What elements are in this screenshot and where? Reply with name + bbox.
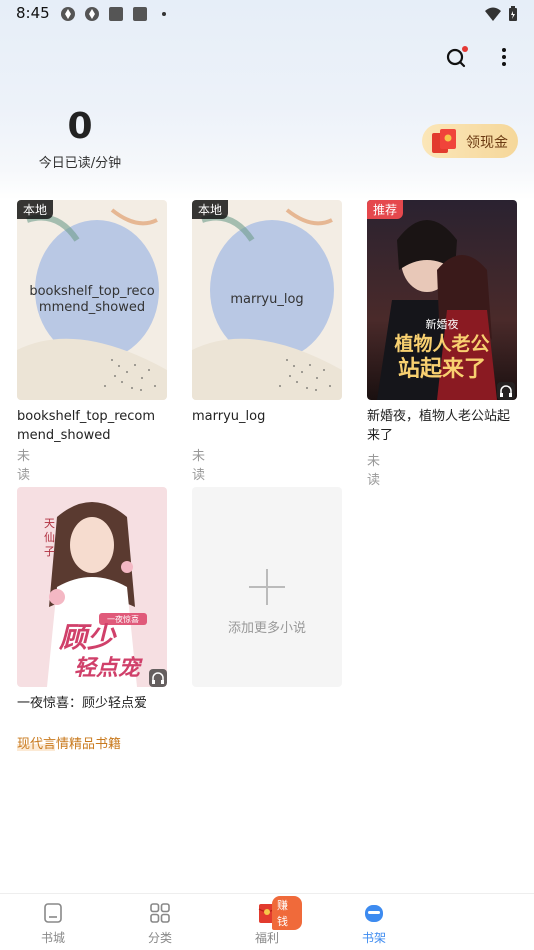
audiobook-icon (149, 669, 167, 687)
audiobook-icon (497, 382, 515, 400)
book-cover[interactable]: 本地 marryu_log (192, 200, 342, 400)
battery-icon (509, 6, 517, 21)
cover-title-text: bookshelf_top_recommend_showed (29, 284, 155, 315)
svg-text:子: 子 (44, 545, 55, 558)
search-icon[interactable] (444, 44, 470, 70)
book-title: marryu_log (192, 409, 266, 424)
svg-text:站起来了: 站起来了 (398, 356, 486, 382)
local-badge: 本地 (192, 200, 229, 219)
today-read-label: 今日已读/分钟 (38, 156, 122, 171)
cash-reward-button[interactable]: 领现金 (422, 124, 518, 158)
more-notifications-dot (162, 12, 166, 16)
earn-money-badge: 赚钱 (272, 896, 302, 930)
notification-square-icon (133, 7, 147, 21)
book-read-status: 未读 (367, 454, 381, 488)
bookshelf-icon (365, 905, 383, 922)
bookstore-icon (44, 903, 62, 923)
svg-text:顾少: 顾少 (58, 621, 117, 654)
tab-label: 书架 (361, 931, 386, 945)
status-bar: 8:45 (0, 0, 534, 28)
book-read-status: 未读 (17, 449, 31, 483)
tab-bookshelf[interactable]: 书架 (339, 894, 409, 950)
local-badge: 本地 (17, 200, 54, 219)
tab-bookstore[interactable]: 书城 (18, 894, 88, 950)
more-options-icon[interactable] (494, 44, 514, 70)
notification-square-icon (109, 7, 123, 21)
illustrated-cover-art: 天 仙 子 一夜惊喜 顾少 轻点宠 (17, 487, 167, 687)
svg-text:仙: 仙 (44, 531, 55, 544)
svg-text:新婚夜: 新婚夜 (426, 317, 459, 331)
book-title: 新婚夜，植物人老公站起来了 (367, 409, 511, 443)
book-read-status: 未读 (192, 449, 206, 483)
recommend-badge: 推荐 (367, 200, 404, 219)
tab-label: 书城 (40, 931, 65, 945)
cover-title-text: marryu_log (230, 292, 304, 307)
book-title: 一夜惊喜：顾少轻点爱 (17, 696, 148, 711)
add-more-label: 添加更多小说 (227, 621, 306, 636)
book-cover[interactable]: 本地 bookshelf_top_recommend_showed (17, 200, 167, 400)
promo-link[interactable]: 现代言情精品书籍 (17, 733, 121, 752)
category-grid-icon (150, 903, 170, 923)
tab-label: 分类 (147, 931, 172, 945)
illustrated-cover-art: 新婚夜 植物人老公 站起来了 (367, 200, 517, 400)
add-more-books-button[interactable]: 添加更多小说 (192, 487, 342, 687)
notification-app-icon (85, 7, 99, 21)
book-cover[interactable]: 新婚夜 植物人老公 站起来了 推荐 (367, 200, 517, 400)
tab-category[interactable]: 分类 (125, 894, 195, 950)
red-envelope-icon (432, 129, 456, 153)
svg-text:天: 天 (44, 517, 55, 530)
plus-icon (249, 569, 285, 605)
tab-label: 福利 (254, 931, 279, 945)
status-time: 8:45 (16, 4, 50, 22)
today-read-minutes: 0 (67, 106, 93, 147)
svg-text:植物人老公: 植物人老公 (394, 332, 489, 355)
tab-welfare[interactable]: 赚钱 福利 (232, 894, 302, 950)
notification-app-icon (61, 7, 75, 21)
book-cover[interactable]: 天 仙 子 一夜惊喜 顾少 轻点宠 (17, 487, 167, 687)
cash-button-label: 领现金 (466, 135, 508, 151)
book-title: bookshelf_top_recommend_showed (17, 409, 156, 443)
svg-text:轻点宠: 轻点宠 (74, 655, 143, 681)
wifi-icon (485, 7, 501, 21)
bottom-tab-bar: 书城 分类 赚钱 福利 书架 (0, 893, 534, 950)
